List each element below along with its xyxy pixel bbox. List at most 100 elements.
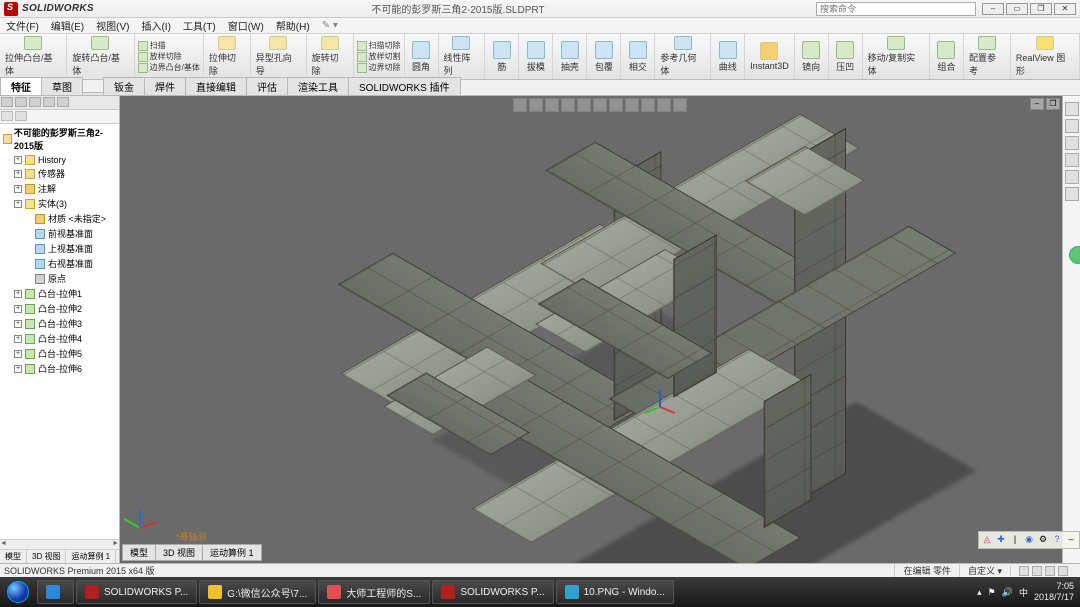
tree-node-11[interactable]: +凸台-拉伸3 — [0, 316, 119, 331]
tree-node-0[interactable]: +History — [0, 154, 119, 166]
rb-revolve-boss[interactable]: 旋转凸台/基体 — [67, 34, 134, 79]
tray-up-icon[interactable]: ▴ — [977, 587, 982, 598]
tp-viewpalette-icon[interactable] — [1065, 153, 1079, 167]
tree-node-8[interactable]: 原点 — [0, 271, 119, 286]
rb-intersect[interactable]: 相交 — [621, 34, 655, 79]
tp-gear-icon[interactable]: ⚙ — [1037, 534, 1049, 546]
hud-viewset-icon[interactable] — [657, 98, 671, 112]
status-flag-icon[interactable] — [1058, 566, 1068, 576]
rb-realview[interactable]: RealView 图形 — [1011, 34, 1080, 79]
expand-icon[interactable]: + — [14, 156, 22, 164]
rb-mirror[interactable]: 镜向 — [795, 34, 829, 79]
minimize-button[interactable]: – — [982, 3, 1004, 15]
tp-resources-icon[interactable] — [1065, 102, 1079, 116]
status-mmgs-icon[interactable] — [1032, 566, 1042, 576]
status-rebuild-icon[interactable] — [1045, 566, 1055, 576]
vp-max-icon[interactable]: ❐ — [1046, 98, 1060, 110]
rb-refgeom[interactable]: 参考几何体 — [655, 34, 711, 79]
tray-vol-icon[interactable]: 🔊 — [1002, 587, 1013, 598]
status-unit-icon[interactable] — [1019, 566, 1029, 576]
hud-section-icon[interactable] — [561, 98, 575, 112]
tp-fileexplorer-icon[interactable] — [1065, 136, 1079, 150]
tree-node-5[interactable]: 前视基准面 — [0, 226, 119, 241]
cmdtab-sheetmetal[interactable]: 钣金 — [103, 77, 145, 95]
rb-pattern[interactable]: 线性阵列 — [439, 34, 486, 79]
start-button[interactable] — [0, 578, 36, 606]
status-custom[interactable]: 自定义 ▾ — [959, 564, 1010, 577]
tray-ime-icon[interactable]: 中 — [1019, 586, 1028, 599]
tp-designlib-icon[interactable] — [1065, 119, 1079, 133]
tp-minus-icon[interactable]: – — [1065, 534, 1077, 546]
cmdtab-evaluate[interactable]: 评估 — [246, 77, 288, 95]
tree-node-4[interactable]: 材质 <未指定> — [0, 211, 119, 226]
tp-forum-icon[interactable] — [1069, 246, 1080, 264]
rb-instant3d[interactable]: Instant3D — [745, 34, 794, 79]
cmdtab-render[interactable]: 渲染工具 — [287, 77, 349, 95]
tp-customprops-icon[interactable] — [1065, 187, 1079, 201]
cmdtab-sketch[interactable]: 草图 — [41, 77, 83, 95]
expand-icon[interactable]: + — [14, 200, 22, 208]
taskbar-item-1[interactable]: SOLIDWORKS P... — [76, 580, 197, 604]
tree-filter-icon[interactable] — [1, 111, 13, 121]
tree-tab-pm-icon[interactable] — [15, 97, 27, 107]
view-triad-icon[interactable] — [130, 497, 170, 537]
expand-icon[interactable]: + — [14, 305, 22, 313]
hud-displaystyle-icon[interactable] — [593, 98, 607, 112]
rb-hole-wizard[interactable]: 异型孔向导 — [251, 34, 307, 79]
tree-node-7[interactable]: 右视基准面 — [0, 256, 119, 271]
tree-node-6[interactable]: 上视基准面 — [0, 241, 119, 256]
vtab-model[interactable]: 模型 — [122, 544, 156, 561]
tree-node-13[interactable]: +凸台-拉伸5 — [0, 346, 119, 361]
tree-node-2[interactable]: +注解 — [0, 181, 119, 196]
rb-revolve-cut[interactable]: 旋转切除 — [307, 34, 354, 79]
tree-filter2-icon[interactable] — [15, 111, 27, 121]
tree-node-9[interactable]: +凸台-拉伸1 — [0, 286, 119, 301]
taskbar-item-3[interactable]: 大师工程师的S... — [318, 580, 430, 604]
tree-hscroll[interactable] — [0, 539, 119, 549]
menu-window[interactable]: 窗口(W) — [222, 18, 270, 33]
expand-icon[interactable]: + — [14, 170, 22, 178]
ttab-3dview[interactable]: 3D 视图 — [27, 550, 66, 563]
menu-tools[interactable]: 工具(T) — [177, 18, 222, 33]
cmdtab-addins[interactable]: SOLIDWORKS 插件 — [348, 77, 461, 95]
rb-cut-group[interactable]: 扫描切除 放样切割 边界切除 — [354, 34, 405, 79]
menu-insert[interactable]: 插入(I) — [135, 18, 176, 33]
rb-sweep-group[interactable]: 扫描 放样切除 边界凸台/基体 — [135, 34, 204, 79]
restore-sub-button[interactable]: ▭ — [1006, 3, 1028, 15]
hud-vieworient-icon[interactable] — [577, 98, 591, 112]
rb-rib[interactable]: 筋 — [485, 34, 519, 79]
expand-icon[interactable]: + — [14, 290, 22, 298]
tp-blu-icon[interactable]: ✚ — [995, 534, 1007, 546]
rb-extrude-boss[interactable]: 拉伸凸台/基体 — [0, 34, 67, 79]
rb-extrude-cut[interactable]: 拉伸切除 — [204, 34, 251, 79]
tree-node-10[interactable]: +凸台-拉伸2 — [0, 301, 119, 316]
taskbar-item-4[interactable]: SOLIDWORKS P... — [432, 580, 553, 604]
menu-view[interactable]: 视图(V) — [90, 18, 135, 33]
rb-indent[interactable]: 压凹 — [829, 34, 863, 79]
cmdtab-directedit[interactable]: 直接编辑 — [185, 77, 247, 95]
tp-help-icon[interactable]: ? — [1051, 534, 1063, 546]
vp-min-icon[interactable]: – — [1030, 98, 1044, 110]
expand-icon[interactable]: + — [14, 185, 22, 193]
hud-zoomarea-icon[interactable] — [529, 98, 543, 112]
hud-render-icon[interactable] — [673, 98, 687, 112]
hud-appearance-icon[interactable] — [625, 98, 639, 112]
expand-icon[interactable]: + — [14, 365, 22, 373]
cmdtab-weld[interactable]: 焊件 — [144, 77, 186, 95]
search-input[interactable] — [816, 2, 976, 16]
taskbar-item-0[interactable] — [37, 580, 74, 604]
rb-wrap[interactable]: 包覆 — [587, 34, 621, 79]
expand-icon[interactable]: + — [14, 335, 22, 343]
tp-view-icon[interactable]: ◉ — [1023, 534, 1035, 546]
maximize-button[interactable]: ❐ — [1030, 3, 1052, 15]
hud-hideshow-icon[interactable] — [609, 98, 623, 112]
tray-clock[interactable]: 7:05 2018/7/17 — [1034, 581, 1074, 603]
vtab-3dview[interactable]: 3D 视图 — [155, 544, 203, 561]
tp-appearances-icon[interactable] — [1065, 170, 1079, 184]
rb-combine[interactable]: 组合 — [930, 34, 964, 79]
menu-edit[interactable]: 编辑(E) — [45, 18, 90, 33]
menu-file[interactable]: 文件(F) — [0, 18, 45, 33]
tree-tab-cfg-icon[interactable] — [29, 97, 41, 107]
hud-scene-icon[interactable] — [641, 98, 655, 112]
menu-help[interactable]: 帮助(H) — [270, 18, 316, 33]
